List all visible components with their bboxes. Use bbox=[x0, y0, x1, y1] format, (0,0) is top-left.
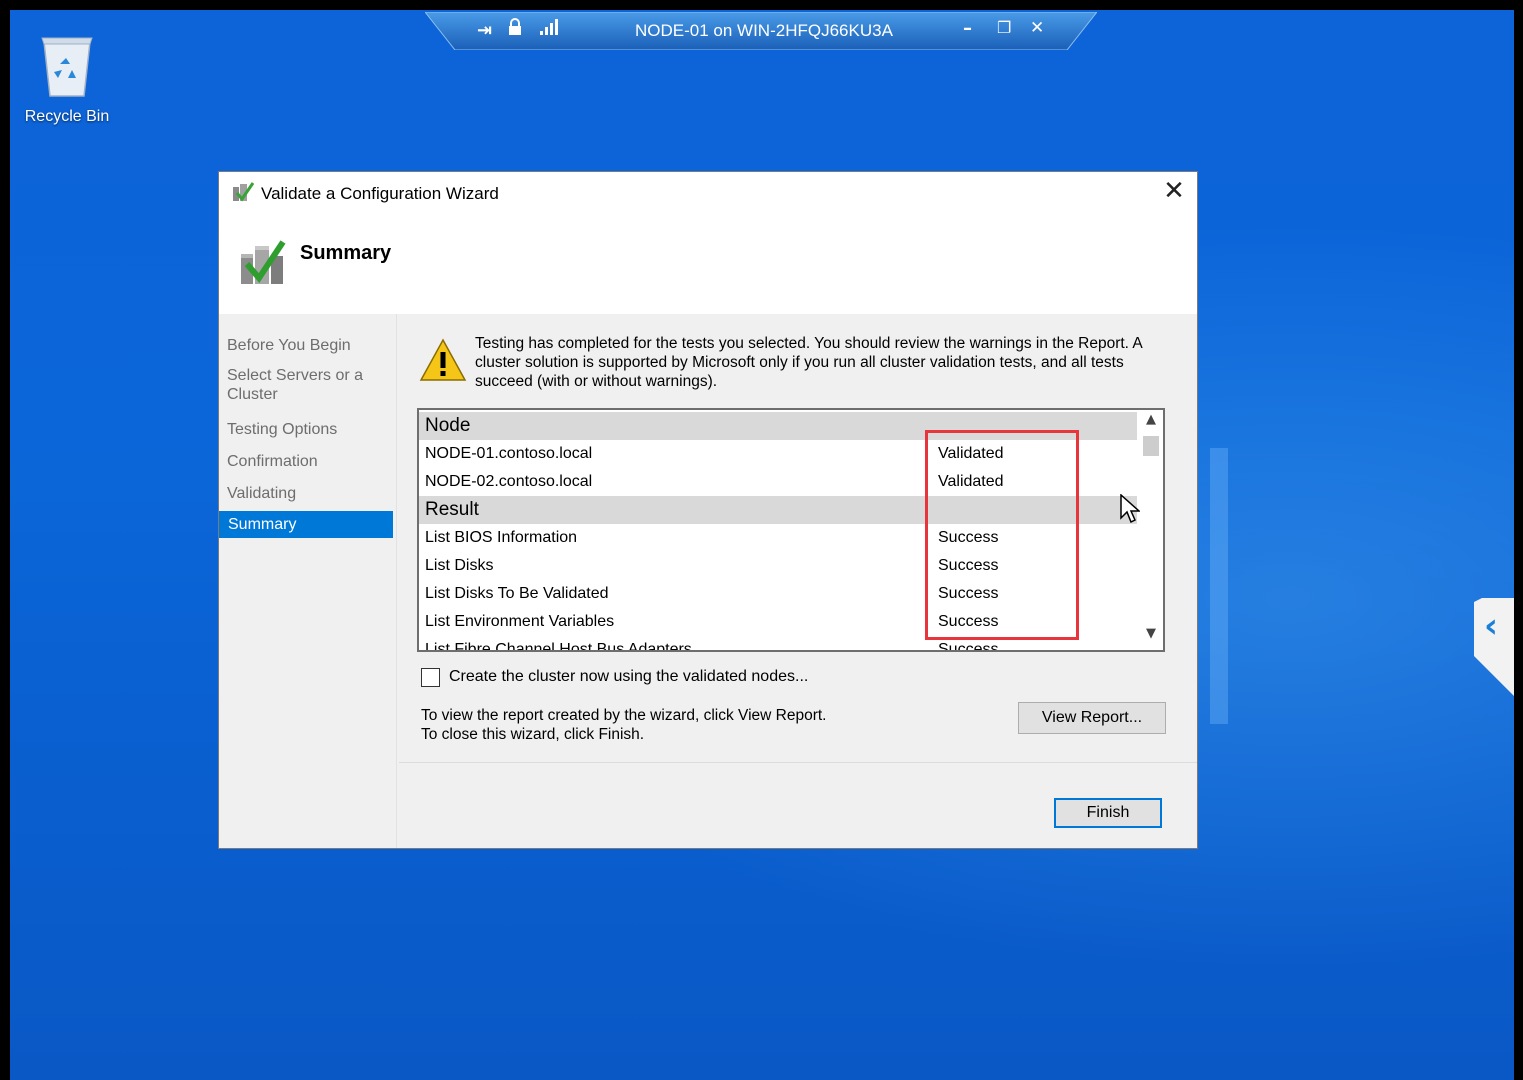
test-name: List Disks bbox=[425, 557, 494, 574]
wizard-app-icon bbox=[231, 181, 255, 208]
lock-icon bbox=[507, 18, 523, 41]
mouse-pointer-icon bbox=[1120, 493, 1141, 529]
scroll-up-icon[interactable]: ▲ bbox=[1139, 412, 1163, 434]
validate-configuration-wizard: Validate a Configuration Wizard ✕ Summar… bbox=[218, 171, 1198, 849]
recycle-bin[interactable]: Recycle Bin bbox=[24, 34, 110, 126]
test-name: List BIOS Information bbox=[425, 529, 578, 546]
connection-signal-icon[interactable] bbox=[539, 18, 559, 41]
scroll-down-icon[interactable]: ▼ bbox=[1139, 626, 1163, 648]
test-status: Success bbox=[938, 641, 999, 652]
chevron-left-icon: ‹ bbox=[1484, 606, 1499, 646]
group-header-label: Result bbox=[425, 499, 479, 520]
finish-button[interactable]: Finish bbox=[1054, 798, 1162, 828]
view-report-instruction: To view the report created by the wizard… bbox=[421, 707, 827, 724]
warning-message: Testing has completed for the tests you … bbox=[475, 335, 1142, 390]
dialog-titlebar: Validate a Configuration Wizard ✕ bbox=[219, 172, 1197, 214]
wallpaper-light-beam bbox=[1210, 448, 1228, 724]
status-highlight-box bbox=[925, 430, 1079, 640]
summary-content: Testing has completed for the tests you … bbox=[399, 314, 1197, 848]
scrollbar-thumb[interactable] bbox=[1143, 436, 1159, 456]
node-name: NODE-02.contoso.local bbox=[425, 473, 593, 490]
wizard-header: Summary bbox=[219, 214, 1197, 314]
dialog-body: Before You Begin Select Servers or a Clu… bbox=[219, 314, 1197, 848]
create-cluster-checkbox[interactable] bbox=[421, 668, 440, 687]
test-name: List Environment Variables bbox=[425, 613, 615, 630]
summary-checkmark-icon bbox=[237, 238, 287, 293]
nav-step-summary[interactable]: Summary bbox=[219, 511, 393, 538]
page-title: Summary bbox=[300, 242, 392, 264]
rdp-session-title: NODE-01 on WIN-2HFQJ66KU3A bbox=[635, 21, 893, 40]
nav-step-validating[interactable]: Validating bbox=[227, 484, 393, 503]
results-scrollbar[interactable]: ▲ ▼ bbox=[1139, 410, 1163, 650]
pin-icon[interactable]: ⇥ bbox=[477, 20, 492, 41]
dialog-close-button[interactable]: ✕ bbox=[1161, 178, 1187, 204]
side-collapse-tab[interactable]: ‹ bbox=[1474, 598, 1514, 696]
instructions-text: To view the report created by the wizard… bbox=[421, 706, 826, 744]
remote-desktop-connection-bar: ⇥ NODE-01 on WIN-2HFQJ66KU3A – ❐ ✕ bbox=[425, 12, 1097, 50]
nav-step-confirmation[interactable]: Confirmation bbox=[227, 452, 393, 471]
wizard-steps-nav: Before You Begin Select Servers or a Clu… bbox=[219, 314, 397, 848]
create-cluster-label[interactable]: Create the cluster now using the validat… bbox=[449, 668, 808, 686]
close-icon[interactable]: ✕ bbox=[1030, 18, 1044, 38]
group-header-label: Node bbox=[425, 415, 471, 436]
node-name: NODE-01.contoso.local bbox=[425, 445, 593, 462]
nav-step-select-servers[interactable]: Select Servers or a Cluster bbox=[227, 366, 393, 404]
recycle-bin-label: Recycle Bin bbox=[24, 108, 110, 125]
minimize-icon[interactable]: – bbox=[963, 18, 972, 39]
nav-step-testing-options[interactable]: Testing Options bbox=[227, 420, 393, 439]
recycle-bin-icon bbox=[41, 37, 93, 97]
test-name: List Disks To Be Validated bbox=[425, 585, 609, 602]
restore-icon[interactable]: ❐ bbox=[997, 18, 1011, 37]
finish-instruction: To close this wizard, click Finish. bbox=[421, 726, 645, 743]
warning-icon bbox=[419, 338, 467, 387]
test-name: List Fibre Channel Host Bus Adapters bbox=[425, 641, 692, 652]
footer-divider bbox=[399, 762, 1197, 763]
view-report-button[interactable]: View Report... bbox=[1018, 702, 1166, 734]
validation-results-list[interactable]: Node NODE-01.contoso.local Validated NOD… bbox=[417, 408, 1165, 652]
dialog-title: Validate a Configuration Wizard bbox=[261, 184, 499, 203]
nav-step-before-you-begin[interactable]: Before You Begin bbox=[227, 336, 393, 355]
